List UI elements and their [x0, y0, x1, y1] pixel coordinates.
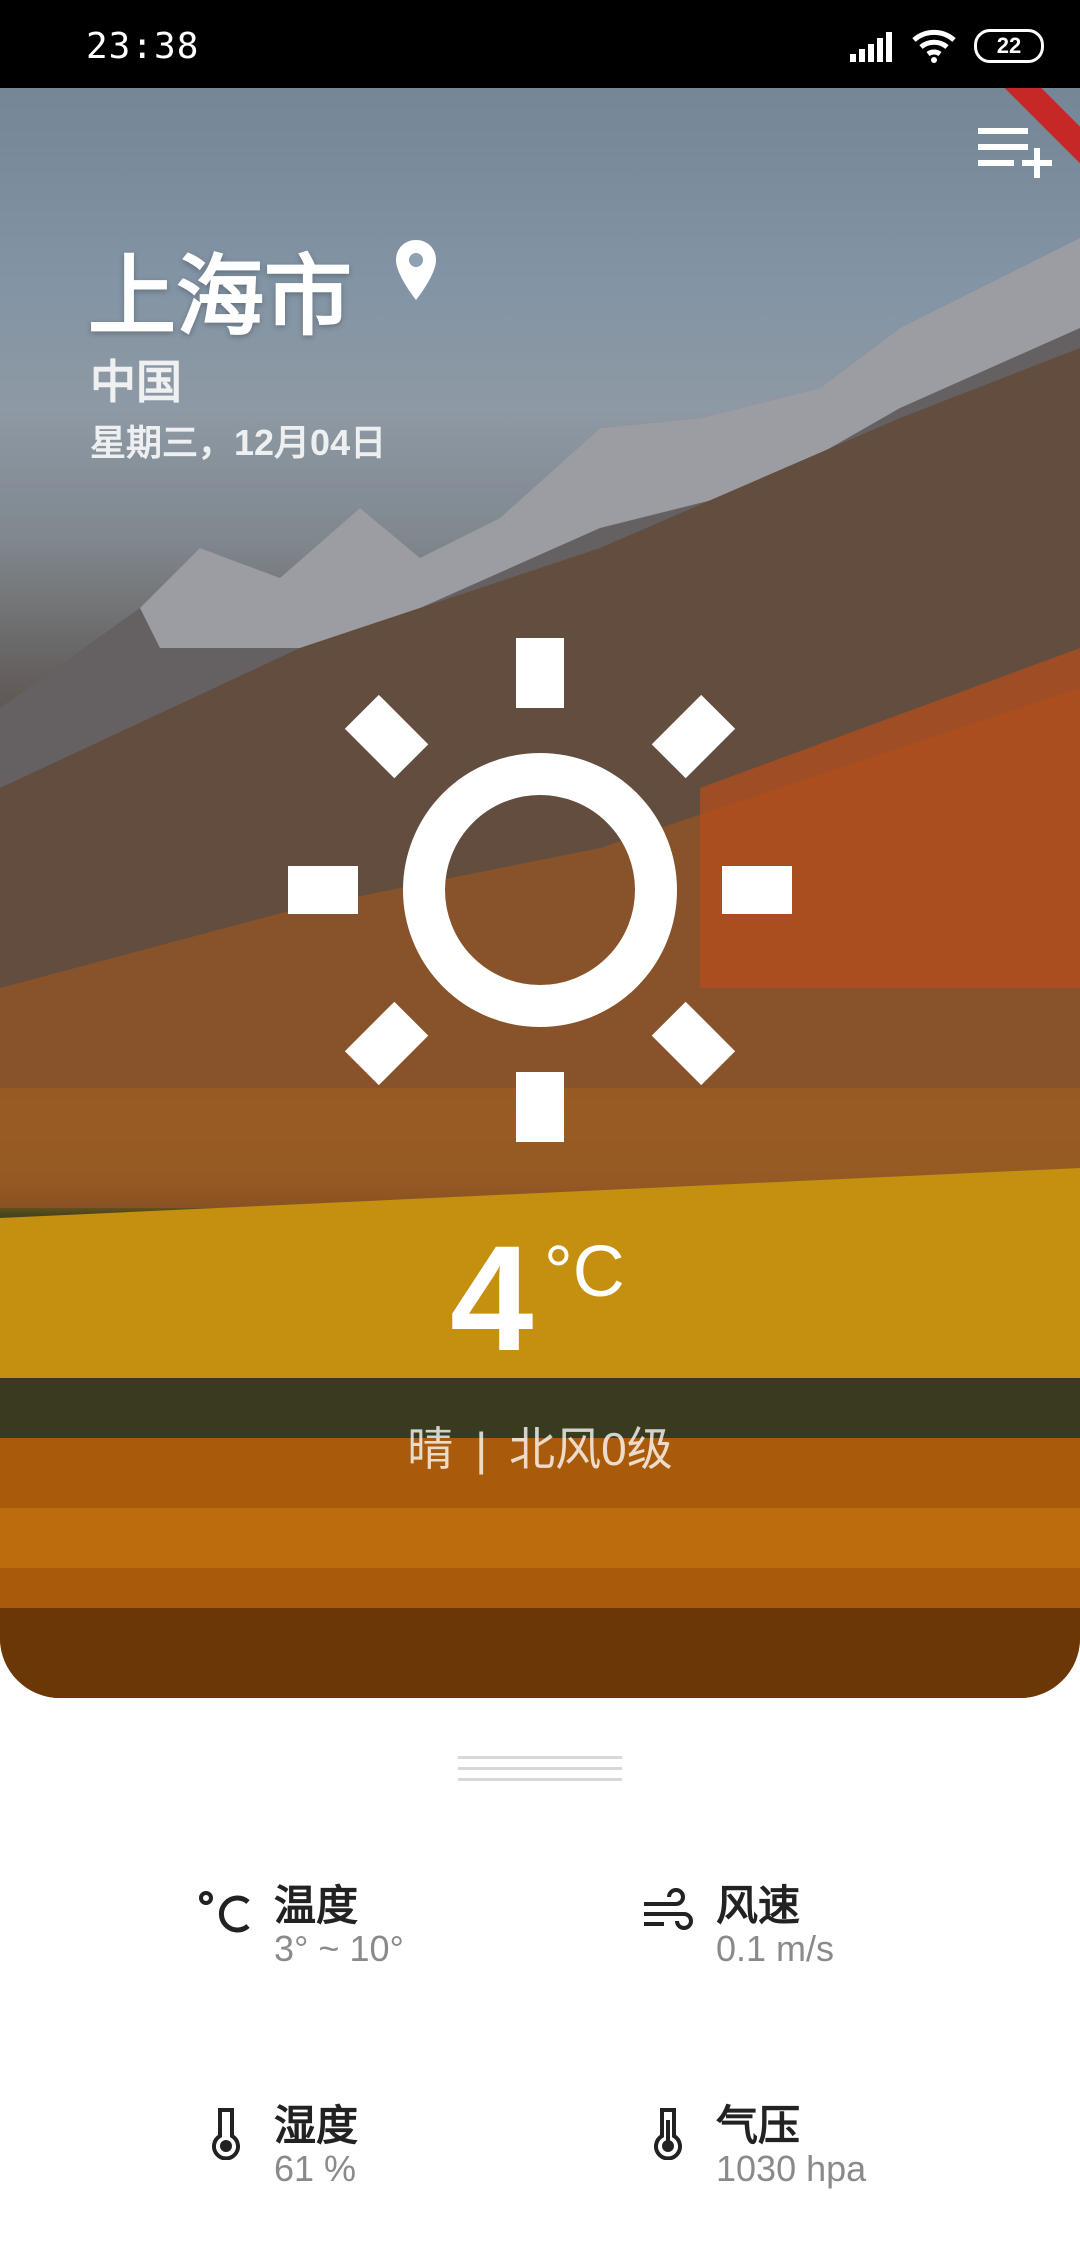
humidity-icon	[212, 2108, 240, 2160]
info-label: 湿度	[274, 2102, 359, 2149]
wind-icon	[644, 1888, 693, 1930]
status-bar: 23:38 22	[0, 0, 1080, 88]
info-label: 气压	[716, 2102, 801, 2149]
separator: |	[475, 1423, 488, 1475]
info-label: 温度	[274, 1882, 359, 1929]
celsius-icon	[199, 1891, 250, 1933]
info-value: 3° ~ 10°	[274, 1928, 404, 1969]
signal-icon	[850, 30, 894, 62]
info-value: 0.1 m/s	[716, 1928, 835, 1969]
drag-handle[interactable]	[458, 1756, 622, 1789]
wifi-icon	[912, 29, 956, 63]
info-value: 61 %	[274, 2148, 357, 2189]
thermometer-icon	[654, 2108, 682, 2160]
temperature-value: 4	[450, 1214, 534, 1382]
location-pin-icon[interactable]	[394, 240, 438, 302]
temperature-unit: °C	[544, 1232, 625, 1312]
add-city-icon[interactable]	[978, 124, 1052, 180]
wind-level: 北风0级	[509, 1423, 673, 1475]
weather-condition: 晴	[407, 1423, 454, 1475]
battery-icon: 22	[974, 29, 1044, 63]
country-name: 中国	[90, 356, 182, 408]
status-time: 23:38	[86, 26, 200, 67]
city-name[interactable]: 上海市	[88, 226, 352, 353]
weather-hero-card: 上海市 中国 星期三，12月04日 4 °C 晴 | 北风0级	[0, 88, 1080, 1698]
status-icons: 22	[850, 26, 1044, 66]
info-label: 风速	[716, 1882, 801, 1929]
info-value: 1030 hpa	[716, 2148, 867, 2189]
date-text: 星期三，12月04日	[90, 422, 387, 463]
sun-icon	[288, 638, 792, 1142]
weather-description: 晴 | 北风0级	[0, 1413, 1080, 1479]
